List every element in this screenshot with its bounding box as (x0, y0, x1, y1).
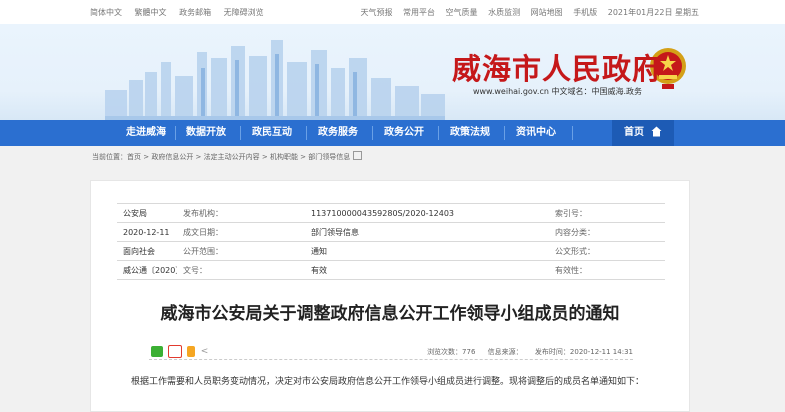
site-banner: 威海市人民政府 www.weihai.gov.cn 中文域名：中国威海.政务 (0, 24, 785, 120)
share-toolbar: < (151, 345, 208, 358)
meta-row: 威公通〔2020〕46号 文号： 有效 有效性： (117, 260, 665, 280)
util-link-weather[interactable]: 天气预报 (360, 8, 392, 17)
nav-separator (572, 126, 573, 140)
lang-simplified-link[interactable]: 简体中文 (90, 8, 122, 17)
meta-value: 2020-12-11 (117, 222, 177, 242)
nav-item-data[interactable]: 数据开放 (186, 120, 226, 146)
util-link-water[interactable]: 水质监测 (488, 8, 520, 17)
nav-separator (372, 126, 373, 140)
site-domain: www.weihai.gov.cn 中文域名：中国威海.政务 (472, 87, 642, 96)
meta-table: 公安局 发布机构： 11371000004359280S/2020-12403 … (117, 203, 665, 280)
home-icon (651, 126, 662, 137)
nav-separator (240, 126, 241, 140)
meta-value: 有效 (305, 260, 549, 280)
location-icon (352, 151, 362, 160)
qzone-icon[interactable] (187, 346, 196, 357)
meta-key: 文号： (177, 260, 247, 280)
nav-separator (306, 126, 307, 140)
meta-value: 通知 (305, 241, 549, 261)
breadcrumb-text[interactable]: 当前位置：首页 > 政府信息公开 > 法定主动公开内容 > 机构职能 > 部门领… (92, 153, 350, 161)
nav-separator (438, 126, 439, 140)
util-link-mobile[interactable]: 手机版 (573, 8, 597, 17)
utility-right: 天气预报 常用平台 空气质量 水质监测 网站地图 手机版 2021年01月22日… (352, 7, 699, 18)
weibo-icon[interactable] (168, 345, 183, 358)
nav-item-services[interactable]: 政务服务 (318, 120, 358, 146)
article-info-bar: < 浏览次数：776 信息来源： 发布时间：2020-12-11 14:31 (149, 343, 633, 360)
meta-key: 公文形式： (549, 241, 665, 261)
nav-separator (504, 126, 505, 140)
article-card: 公安局 发布机构： 11371000004359280S/2020-12403 … (90, 180, 690, 412)
meta-key: 内容分类： (549, 222, 665, 242)
nav-home-label: 首页 (624, 127, 644, 138)
lang-traditional-link[interactable]: 繁體中文 (135, 8, 167, 17)
meta-value: 部门领导信息 (305, 222, 549, 242)
util-link-air[interactable]: 空气质量 (446, 8, 478, 17)
gov-mail-link[interactable]: 政务邮箱 (179, 8, 211, 17)
info-source: 信息来源： (487, 348, 523, 356)
meta-key: 成文日期： (177, 222, 247, 242)
document-body: 根据工作需要和人员职务变动情况，决定对市公安局政府信息公开工作领导小组成员进行调… (131, 377, 645, 387)
wechat-icon[interactable] (151, 346, 163, 357)
util-link-sitemap[interactable]: 网站地图 (531, 8, 563, 17)
meta-key: 发布机构： (177, 203, 247, 223)
city-skyline-illustration (105, 40, 445, 120)
meta-value: 11371000004359280S/2020-12403 (305, 203, 549, 223)
publish-time: 发布时间：2020-12-11 14:31 (534, 348, 633, 356)
article-info: 浏览次数：776 信息来源： 发布时间：2020-12-11 14:31 (417, 347, 633, 357)
meta-value: 面向社会 (117, 241, 177, 261)
top-utility-bar: 简体中文 繁體中文 政务邮箱 无障碍浏览 天气预报 常用平台 空气质量 水质监测… (0, 0, 785, 25)
nav-item-interaction[interactable]: 政民互动 (252, 120, 292, 146)
meta-row: 面向社会 公开范围： 通知 公文形式： (117, 241, 665, 261)
meta-row: 2020-12-11 成文日期： 部门领导信息 内容分类： (117, 222, 665, 242)
meta-row: 公安局 发布机构： 11371000004359280S/2020-12403 … (117, 203, 665, 223)
nav-item-visit[interactable]: 走进威海 (126, 120, 166, 146)
nav-item-policy[interactable]: 政策法规 (450, 120, 490, 146)
meta-value: 威公通〔2020〕46号 (117, 260, 177, 280)
nav-item-news[interactable]: 资讯中心 (516, 120, 556, 146)
main-nav: 走进威海 数据开放 政民互动 政务服务 政务公开 政策法规 资讯中心 首页 (0, 120, 785, 146)
site-title[interactable]: 威海市人民政府 (452, 46, 661, 88)
nav-separator (175, 126, 176, 140)
more-share-icon[interactable]: < (201, 347, 209, 357)
util-link-platform[interactable]: 常用平台 (403, 8, 435, 17)
nav-item-home[interactable]: 首页 (612, 120, 675, 146)
utility-left: 简体中文 繁體中文 政务邮箱 无障碍浏览 (90, 7, 274, 18)
meta-key: 公开范围： (177, 241, 247, 261)
document-title: 威海市公安局关于调整政府信息公开工作领导小组成员的通知 (160, 304, 620, 324)
view-count: 浏览次数：776 (427, 348, 476, 356)
current-date: 2021年01月22日 星期五 (607, 8, 699, 17)
breadcrumb: 当前位置：首页 > 政府信息公开 > 法定主动公开内容 > 机构职能 > 部门领… (92, 151, 362, 162)
meta-value: 公安局 (117, 203, 177, 223)
meta-key: 索引号： (549, 203, 665, 223)
nav-item-openness[interactable]: 政务公开 (384, 120, 424, 146)
accessibility-link[interactable]: 无障碍浏览 (224, 8, 264, 17)
meta-key: 有效性： (549, 260, 665, 280)
